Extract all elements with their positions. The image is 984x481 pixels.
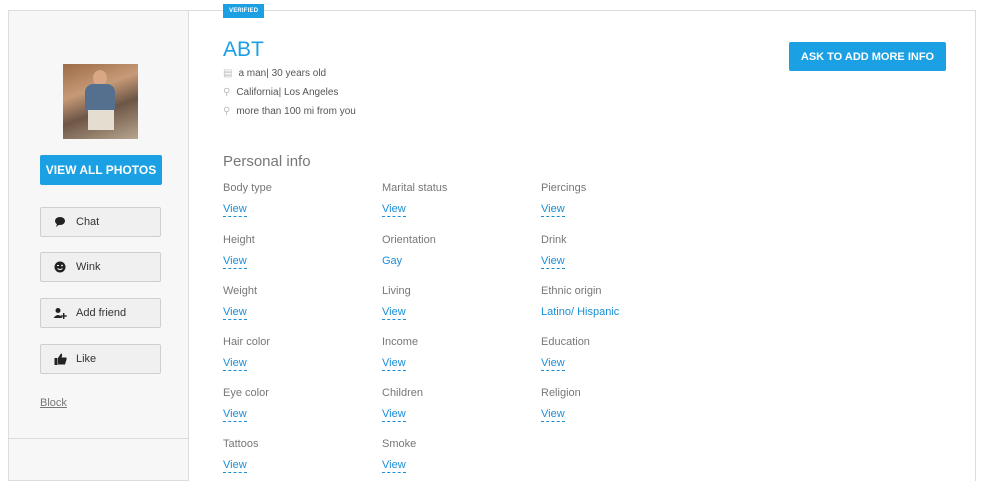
field-label: Hair color [223, 336, 271, 348]
profile-photo[interactable] [63, 64, 138, 139]
field-value: Gay [382, 255, 403, 267]
wink-button[interactable]: Wink [40, 252, 161, 282]
field-value-link[interactable]: View [223, 203, 247, 217]
field-label: Religion [541, 387, 581, 399]
id-card-icon: ▤ [223, 68, 233, 79]
field-label: Education [541, 336, 590, 348]
add-friend-icon [53, 306, 67, 320]
like-button[interactable]: Like [40, 344, 161, 374]
personal-info-title: Personal info [223, 153, 311, 170]
profile-main-panel [189, 10, 976, 481]
field-label: Tattoos [223, 438, 259, 450]
field-value-link[interactable]: View [223, 459, 247, 473]
field-value-link[interactable]: View [382, 306, 406, 320]
like-button-label: Like [76, 353, 97, 365]
location-row: ⚲ California| Los Angeles [223, 87, 338, 98]
profile-name: ABT [223, 38, 264, 61]
gender-age-row: ▤ a man| 30 years old [223, 68, 326, 79]
field-label: Living [382, 285, 411, 297]
distance-text: more than 100 mi from you [236, 106, 356, 117]
field-label: Smoke [382, 438, 417, 450]
gender-age-text: a man| 30 years old [238, 68, 327, 79]
location-pin-icon: ⚲ [223, 87, 231, 98]
chat-bubble-icon [53, 215, 67, 229]
chat-button-label: Chat [76, 216, 100, 228]
sidebar-divider [9, 438, 188, 439]
field-label: Height [223, 234, 255, 246]
field-value-link[interactable]: View [223, 357, 247, 371]
field-label: Body type [223, 182, 272, 194]
chat-button[interactable]: Chat [40, 207, 161, 237]
wink-face-icon [53, 260, 67, 274]
field-value-link[interactable]: View [541, 408, 565, 422]
field-value-link[interactable]: View [382, 203, 406, 217]
field-value-link[interactable]: View [541, 255, 565, 269]
field-label: Children [382, 387, 423, 399]
thumbs-up-icon [53, 352, 67, 366]
field-value-link[interactable]: View [541, 357, 565, 371]
field-label: Piercings [541, 182, 587, 194]
distance-row: ⚲ more than 100 mi from you [223, 106, 356, 117]
verified-badge: VERIFIED [223, 4, 265, 18]
field-value-link[interactable]: View [223, 306, 247, 320]
field-value-link[interactable]: View [223, 408, 247, 422]
field-label: Drink [541, 234, 567, 246]
block-link[interactable]: Block [40, 397, 67, 409]
field-label: Weight [223, 285, 258, 297]
field-value-link[interactable]: View [382, 459, 406, 473]
field-value: Latino/ Hispanic [541, 306, 620, 318]
location-text: California| Los Angeles [236, 87, 339, 98]
field-value-link[interactable]: View [541, 203, 565, 217]
location-pin-icon: ⚲ [223, 106, 231, 117]
field-value-link[interactable]: View [223, 255, 247, 269]
add-friend-button-label: Add friend [76, 307, 127, 319]
ask-more-info-button[interactable]: ASK TO ADD MORE INFO [789, 42, 946, 71]
field-label: Marital status [382, 182, 448, 194]
add-friend-button[interactable]: Add friend [40, 298, 161, 328]
field-label: Orientation [382, 234, 436, 246]
wink-button-label: Wink [76, 261, 101, 273]
field-label: Ethnic origin [541, 285, 602, 297]
field-value-link[interactable]: View [382, 357, 406, 371]
field-label: Income [382, 336, 419, 348]
view-all-photos-button[interactable]: VIEW ALL PHOTOS [40, 155, 162, 185]
field-value-link[interactable]: View [382, 408, 406, 422]
field-label: Eye color [223, 387, 269, 399]
